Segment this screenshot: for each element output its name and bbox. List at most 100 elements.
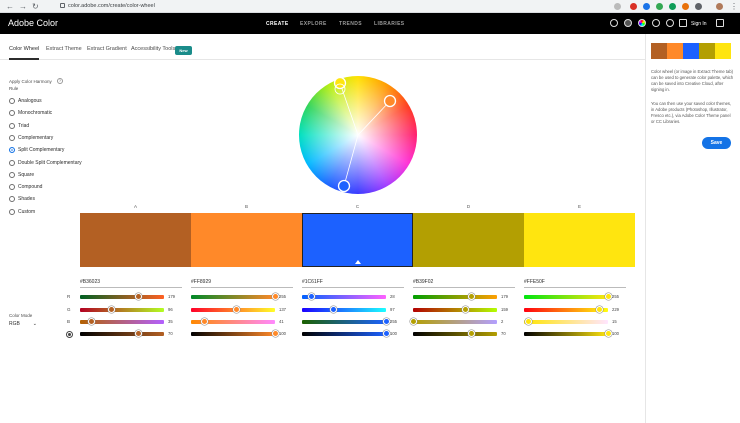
slider-thumb[interactable]	[604, 293, 612, 300]
radio-button[interactable]	[9, 196, 15, 203]
nav-libraries[interactable]: LIBRARIES	[374, 21, 405, 28]
menu-icon[interactable]: ⋮	[730, 1, 738, 12]
slider-thumb[interactable]	[88, 318, 96, 325]
gear-icon[interactable]	[610, 19, 618, 27]
slider-thumb[interactable]	[135, 293, 143, 300]
red-slider[interactable]	[413, 293, 497, 300]
red-slider[interactable]	[191, 293, 279, 300]
apps-grid-icon[interactable]	[679, 19, 687, 27]
reload-icon[interactable]: ↻	[32, 1, 39, 12]
brightness-slider[interactable]	[191, 330, 279, 337]
color-swatch[interactable]	[413, 213, 524, 267]
brightness-slider[interactable]	[80, 330, 164, 337]
color-wheel[interactable]	[299, 76, 417, 194]
more-icon[interactable]	[716, 19, 724, 27]
color-mode-select[interactable]: RGB ⌄	[9, 320, 37, 328]
hex-input[interactable]: #FF8929	[191, 279, 293, 288]
radio-button[interactable]	[9, 110, 15, 117]
hex-input[interactable]: #B36023	[80, 279, 182, 288]
radio-button[interactable]	[9, 134, 15, 141]
forward-arrow-icon[interactable]: →	[19, 1, 27, 12]
slider-thumb[interactable]	[382, 330, 390, 337]
address-bar[interactable]: color.adobe.com/create/color-wheel	[60, 2, 155, 11]
radio-button[interactable]	[9, 98, 15, 104]
extension-icon[interactable]	[643, 3, 650, 10]
tab-extract-gradient[interactable]: Extract Gradient	[87, 46, 127, 53]
blue-slider[interactable]	[524, 318, 608, 325]
save-button[interactable]: Save	[702, 137, 731, 149]
hex-input[interactable]: #1C61FF	[302, 279, 404, 288]
extension-icon[interactable]	[682, 3, 689, 10]
brightness-slider[interactable]	[524, 330, 612, 337]
help-icon[interactable]	[652, 19, 660, 27]
extension-icon[interactable]	[656, 3, 663, 10]
slider-thumb[interactable]	[307, 293, 315, 300]
radio-button[interactable]	[9, 147, 15, 154]
wheel-handle-a[interactable]	[333, 76, 347, 90]
blue-slider[interactable]	[410, 318, 497, 325]
extension-icon[interactable]	[669, 3, 676, 10]
red-slider[interactable]	[302, 293, 386, 300]
slider-thumb[interactable]	[461, 306, 469, 313]
profile-avatar[interactable]	[716, 3, 723, 10]
red-slider[interactable]	[524, 293, 612, 300]
slider-thumb[interactable]	[382, 318, 390, 325]
slider-thumb[interactable]	[135, 330, 143, 337]
hex-input[interactable]: #B39F02	[413, 279, 515, 288]
color-swatch[interactable]	[191, 213, 302, 267]
tab-accessibility-tools[interactable]: Accessibility Tools	[131, 46, 175, 53]
url-text: color.adobe.com/create/color-wheel	[68, 3, 155, 9]
green-slider[interactable]	[524, 306, 608, 313]
info-icon[interactable]: ?	[57, 78, 63, 84]
red-slider[interactable]	[80, 293, 164, 300]
tab-color-wheel[interactable]: Color Wheel	[9, 46, 40, 60]
green-slider[interactable]	[413, 306, 497, 313]
sign-in-link[interactable]: Sign In	[691, 21, 707, 28]
wheel-handle-b[interactable]	[383, 94, 397, 108]
color-swatch[interactable]	[302, 213, 413, 267]
radio-button[interactable]	[9, 184, 15, 191]
slider-thumb[interactable]	[604, 330, 612, 337]
color-swatch[interactable]	[524, 213, 635, 267]
radio-button[interactable]	[9, 159, 15, 166]
harmony-rule-label: Analogous	[18, 98, 42, 104]
nav-trends[interactable]: TRENDS	[339, 21, 362, 28]
slider-thumb[interactable]	[468, 293, 476, 300]
app-logo[interactable]: Adobe Color	[8, 18, 58, 29]
nav-create[interactable]: CREATE	[266, 21, 289, 36]
nav-explore[interactable]: EXPLORE	[300, 21, 327, 28]
slider-thumb[interactable]	[108, 306, 116, 313]
slider-thumb[interactable]	[595, 306, 603, 313]
green-slider[interactable]	[302, 306, 386, 313]
slider-thumb[interactable]	[271, 293, 279, 300]
slider-thumb[interactable]	[330, 306, 338, 313]
slider-thumb[interactable]	[410, 318, 418, 325]
back-arrow-icon[interactable]: ←	[6, 1, 14, 12]
blue-slider[interactable]	[302, 318, 390, 325]
brightness-slider[interactable]	[413, 330, 497, 337]
slider-thumb[interactable]	[271, 330, 279, 337]
slider-thumb[interactable]	[468, 330, 476, 337]
wheel-handle-c[interactable]	[337, 179, 351, 193]
color-wheel-icon[interactable]	[638, 19, 646, 27]
extension-icon[interactable]	[695, 3, 702, 10]
green-slider[interactable]	[191, 306, 275, 313]
color-mode-value: RGB	[9, 321, 20, 327]
radio-button[interactable]	[9, 208, 15, 215]
green-slider[interactable]	[80, 306, 164, 313]
notifications-icon[interactable]	[666, 19, 674, 27]
slider-thumb[interactable]	[201, 318, 208, 325]
tab-extract-theme[interactable]: Extract Theme	[46, 46, 82, 53]
blue-slider[interactable]	[80, 318, 164, 325]
moon-icon[interactable]	[624, 19, 632, 27]
radio-button[interactable]	[9, 171, 15, 178]
bookmark-star-icon[interactable]	[614, 3, 621, 10]
brightness-slider[interactable]	[302, 330, 390, 337]
pinterest-extension-icon[interactable]	[630, 3, 637, 10]
slider-thumb[interactable]	[525, 318, 533, 325]
color-swatch[interactable]	[80, 213, 191, 267]
slider-thumb[interactable]	[232, 306, 240, 313]
blue-slider[interactable]	[191, 318, 275, 325]
radio-button[interactable]	[9, 122, 15, 129]
hex-input[interactable]: #FFE50F	[524, 279, 626, 288]
